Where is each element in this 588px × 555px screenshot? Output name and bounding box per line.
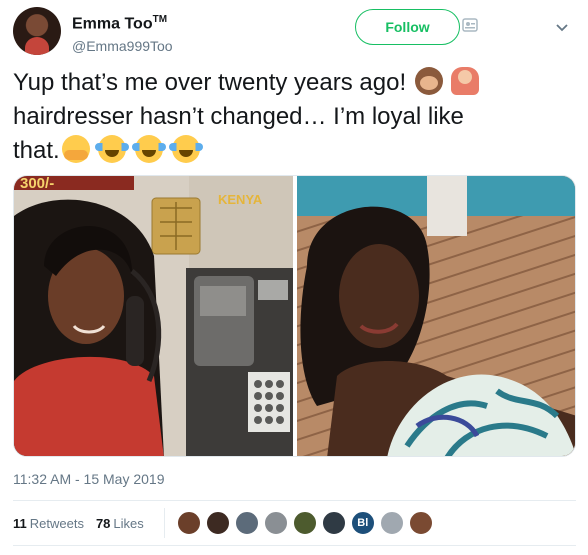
author-avatar[interactable] [13, 7, 61, 55]
keypad-key [254, 392, 262, 400]
tweet-text-line-3: that. [13, 134, 578, 168]
tweet-line-1-text: Yup that’s me over twenty years ago! [13, 69, 407, 96]
see-no-evil-monkey-emoji [414, 67, 443, 95]
phonecard-ad-image: 300/- KENYA [14, 176, 293, 456]
keypad-key [276, 392, 284, 400]
kenya-sign-text: KENYA [218, 192, 263, 207]
tweet-media: 300/- KENYA [13, 175, 576, 457]
liker-avatar[interactable] [263, 511, 288, 535]
author-name-block[interactable]: Emma TooTM @Emma999Too [72, 10, 173, 56]
keypad-key [265, 416, 273, 424]
tears-of-joy-emoji [95, 135, 130, 163]
tweet-line-3-text: that. [13, 137, 60, 164]
photo-phonecard-ad[interactable]: 300/- KENYA [14, 176, 293, 456]
divider-bottom [13, 545, 576, 546]
trademark-mark: TM [152, 14, 168, 25]
liker-avatar[interactable] [321, 511, 346, 535]
stats-separator [163, 508, 165, 538]
liker-avatar[interactable]: Bl [350, 511, 375, 535]
likes-label: Likes [113, 515, 144, 531]
keypad-key [265, 404, 273, 412]
photo-selfie[interactable] [297, 176, 575, 456]
author-display-name[interactable]: Emma TooTM [72, 10, 173, 34]
liker-avatar[interactable] [408, 511, 433, 535]
liker-badge-text: Bl [357, 517, 369, 529]
retweets-label: Retweets [29, 515, 84, 531]
followed-by-icon [462, 18, 478, 32]
tears-of-joy-emoji [132, 135, 167, 163]
liker-avatars: Bl [176, 511, 438, 535]
retweets-count: 11 [13, 515, 27, 531]
liker-avatar[interactable] [176, 511, 201, 535]
display-name-text: Emma Too [72, 15, 153, 33]
keypad-key [254, 380, 262, 388]
tweet-text-line-2: hairdresser hasn’t changed… I’m loyal li… [13, 103, 464, 130]
selfie-image [297, 176, 575, 456]
woman-raising-hand-emoji [451, 67, 480, 95]
tweet-timestamp[interactable]: 11:32 AM - 15 May 2019 [13, 471, 165, 487]
hugging-face-emoji [61, 135, 90, 163]
tweet-header: Emma TooTM @Emma999Too Follow [0, 0, 588, 64]
divider-top [13, 500, 576, 501]
likes-count: 78 [95, 515, 111, 531]
follow-button[interactable]: Follow [355, 9, 460, 45]
likes-stat[interactable]: 78 Likes [96, 516, 144, 531]
tweet-text: Yup that’s me over twenty years ago! hai… [13, 66, 578, 168]
tears-of-joy-emoji [168, 135, 203, 163]
tweet-text-line-1: Yup that’s me over twenty years ago! [13, 66, 578, 100]
keypad-key [254, 404, 262, 412]
keypad-key [254, 416, 262, 424]
keypad-key [276, 404, 284, 412]
engagement-stats: 11 Retweets 78 Likes Bl [13, 502, 576, 544]
keypad-key [265, 380, 273, 388]
chevron-down-icon[interactable] [554, 19, 570, 35]
keypad-key [276, 416, 284, 424]
liker-avatar[interactable] [205, 511, 230, 535]
liker-avatar[interactable] [292, 511, 317, 535]
liker-avatar[interactable] [379, 511, 404, 535]
liker-avatar[interactable] [234, 511, 259, 535]
keypad-key [265, 392, 273, 400]
price-sign-text: 300/- [20, 176, 54, 192]
author-handle[interactable]: @Emma999Too [72, 36, 173, 56]
retweets-stat[interactable]: 11 Retweets [13, 516, 84, 531]
keypad-key [276, 380, 284, 388]
